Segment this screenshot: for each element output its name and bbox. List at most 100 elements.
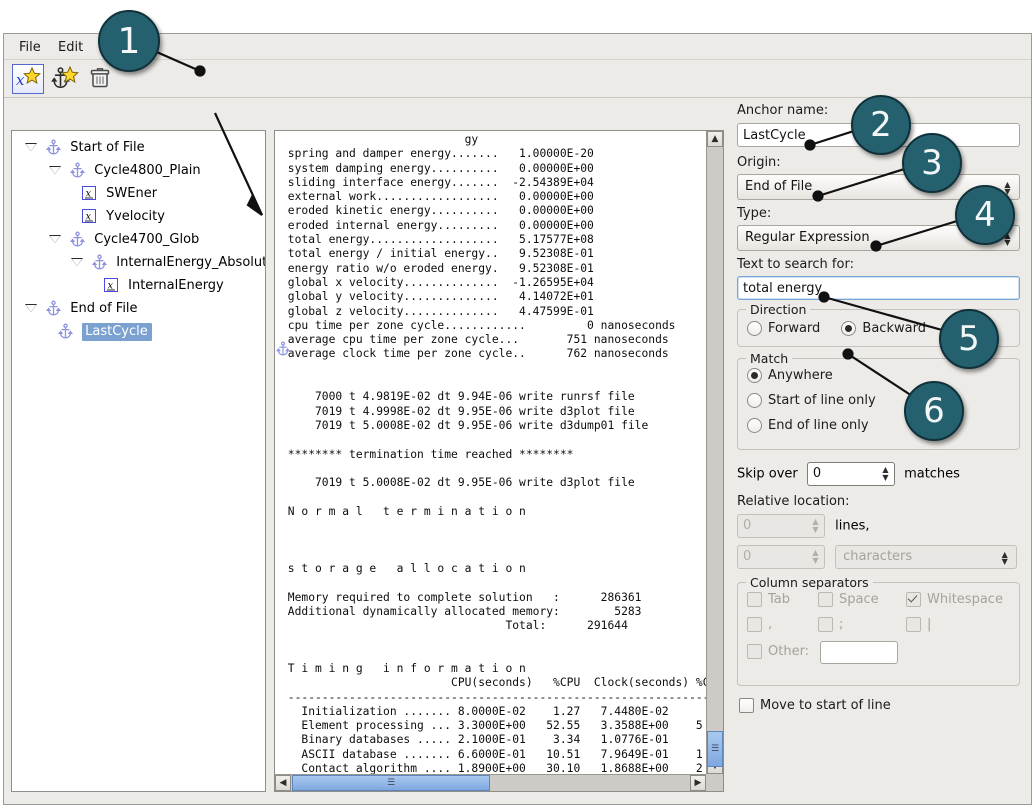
separator-whitespace[interactable]: Whitespace bbox=[906, 592, 1003, 607]
origin-label: Origin: bbox=[737, 155, 781, 170]
direction-forward-label: Forward bbox=[768, 321, 821, 336]
anchor-icon bbox=[57, 323, 74, 339]
variable-icon: x bbox=[82, 208, 97, 224]
match-legend: Match bbox=[746, 351, 793, 366]
chevron-down-icon[interactable] bbox=[49, 166, 61, 175]
stepper-arrows-icon[interactable]: ▲ ▼ bbox=[880, 464, 891, 484]
file-text-content: gy spring and damper energy....... 1.000… bbox=[275, 131, 706, 774]
match-option-anywhere[interactable]: Anywhere bbox=[747, 368, 833, 383]
move-to-start-of-line-row[interactable]: Move to start of line bbox=[739, 698, 891, 713]
tree-node-label: Yvelocity bbox=[106, 209, 165, 224]
file-text-view[interactable]: gy spring and damper energy....... 1.000… bbox=[274, 130, 724, 792]
anchor-icon bbox=[46, 139, 62, 155]
search-text-input[interactable] bbox=[737, 276, 1020, 300]
tree-node-cycle4800-plain[interactable]: Cycle4800_Plain bbox=[12, 159, 265, 182]
scroll-right-button[interactable]: ▶ bbox=[690, 775, 706, 791]
match-option-end-of-line[interactable]: End of line only bbox=[747, 418, 869, 433]
relative-chars-stepper[interactable]: 0 ▲ ▼ bbox=[737, 545, 825, 569]
stepper-arrows-icon[interactable]: ▲ ▼ bbox=[810, 516, 821, 536]
variable-star-icon: x bbox=[15, 66, 41, 93]
skip-over-row: Skip over 0 ▲ ▼ matches bbox=[737, 462, 960, 486]
chevron-down-icon[interactable] bbox=[25, 143, 37, 152]
separator-tab[interactable]: Tab bbox=[747, 592, 790, 607]
chevron-down-icon[interactable] bbox=[25, 304, 37, 313]
chevron-down-icon[interactable] bbox=[71, 258, 83, 267]
match-option-start-of-line[interactable]: Start of line only bbox=[747, 393, 876, 408]
separator-other[interactable]: Other: bbox=[747, 644, 809, 659]
scroll-left-button[interactable]: ◀ bbox=[275, 775, 291, 791]
relative-lines-suffix: lines, bbox=[835, 518, 870, 534]
skip-over-stepper[interactable]: 0 ▲ ▼ bbox=[806, 462, 895, 486]
menubar: File Edit bbox=[4, 34, 1031, 60]
new-anchor-button[interactable] bbox=[49, 64, 81, 94]
relative-lines-row: 0 ▲ ▼ lines, bbox=[737, 514, 870, 538]
skip-over-value: 0 bbox=[812, 466, 822, 481]
match-end-label: End of line only bbox=[768, 418, 869, 433]
tree-node-start-of-file[interactable]: Start of File bbox=[12, 136, 265, 159]
anchor-tree[interactable]: Start of File Cycle4800_Plain x SWEner x… bbox=[11, 130, 266, 792]
anchor-icon bbox=[70, 231, 86, 247]
separator-pipe-label: | bbox=[927, 617, 932, 632]
tree-node-internalenergy-absolute[interactable]: InternalEnergy_Absolute bbox=[12, 251, 265, 274]
tree-node-lastcycle[interactable]: LastCycle bbox=[12, 320, 265, 343]
origin-select[interactable]: End of File ▲ ▼ bbox=[737, 174, 1020, 200]
tree-node-end-of-file[interactable]: End of File bbox=[12, 297, 265, 320]
tree-node-label: InternalEnergy bbox=[128, 278, 224, 293]
relative-chars-unit-select[interactable]: characters ▲ ▼ bbox=[835, 545, 1018, 569]
scroll-thumb-horizontal[interactable]: ☰ bbox=[292, 775, 490, 791]
separator-pipe[interactable]: | bbox=[906, 617, 931, 632]
relative-chars-row: 0 ▲ ▼ characters ▲ ▼ bbox=[737, 545, 1018, 569]
application-window: File Edit x Start of File Cycle4800_Plai… bbox=[3, 33, 1032, 805]
tree-node-label: Cycle4800_Plain bbox=[94, 163, 201, 178]
main-content: Start of File Cycle4800_Plain x SWEner x… bbox=[4, 98, 1031, 806]
search-text-label: Text to search for: bbox=[737, 257, 854, 272]
stepper-arrows-icon[interactable]: ▲ ▼ bbox=[810, 547, 821, 567]
radio-start-of-line-icon[interactable] bbox=[747, 393, 762, 408]
direction-option-backward[interactable]: Backward bbox=[841, 321, 926, 336]
direction-option-forward[interactable]: Forward bbox=[747, 321, 824, 336]
chevron-down-icon[interactable] bbox=[49, 235, 61, 244]
separator-other-input[interactable] bbox=[820, 641, 898, 664]
relative-lines-stepper[interactable]: 0 ▲ ▼ bbox=[737, 514, 825, 538]
tree-node-label: InternalEnergy_Absolute bbox=[116, 255, 266, 270]
tree-node-swener[interactable]: x SWEner bbox=[12, 182, 265, 205]
scroll-up-button[interactable]: ▲ bbox=[707, 131, 723, 147]
separator-space[interactable]: Space bbox=[818, 592, 879, 607]
radio-backward-icon[interactable] bbox=[841, 321, 857, 336]
radio-end-of-line-icon[interactable] bbox=[747, 418, 762, 433]
variable-icon: x bbox=[82, 185, 97, 201]
direction-backward-label: Backward bbox=[862, 321, 926, 336]
separator-comma[interactable]: , bbox=[747, 617, 772, 632]
origin-value: End of File bbox=[745, 179, 813, 194]
move-to-start-label: Move to start of line bbox=[760, 698, 891, 713]
checkbox-comma-icon[interactable] bbox=[747, 617, 762, 632]
checkbox-semicolon-icon[interactable] bbox=[818, 617, 833, 632]
separator-tab-label: Tab bbox=[768, 592, 791, 607]
new-variable-anchor-button[interactable]: x bbox=[12, 64, 44, 94]
tree-node-internalenergy[interactable]: x InternalEnergy bbox=[12, 274, 265, 297]
separator-semicolon[interactable]: ; bbox=[818, 617, 843, 632]
type-select[interactable]: Regular Expression ▲ ▼ bbox=[737, 225, 1020, 251]
column-separators-legend: Column separators bbox=[746, 575, 873, 590]
radio-anywhere-icon[interactable] bbox=[747, 368, 762, 383]
checkbox-space-icon[interactable] bbox=[818, 592, 833, 607]
column-separators-group: Column separators Tab Space Whitespace ,… bbox=[737, 575, 1020, 686]
anchor-name-input[interactable] bbox=[737, 123, 1020, 147]
checkbox-whitespace-icon[interactable] bbox=[906, 592, 921, 607]
checkbox-other-icon[interactable] bbox=[747, 644, 762, 659]
separator-semicolon-label: ; bbox=[839, 617, 844, 632]
checkbox-move-to-start-icon[interactable] bbox=[739, 698, 754, 713]
file-text: gy spring and damper energy....... 1.000… bbox=[287, 133, 706, 774]
checkbox-tab-icon[interactable] bbox=[747, 592, 762, 607]
delete-anchor-button[interactable] bbox=[84, 64, 116, 94]
text-vertical-scrollbar[interactable]: ▲ ▼ ☰ bbox=[706, 131, 723, 774]
text-horizontal-scrollbar[interactable]: ◀ ▶ ☰ bbox=[275, 774, 706, 791]
radio-forward-icon[interactable] bbox=[747, 321, 762, 336]
match-group: Match Anywhere Start of line only End of… bbox=[737, 351, 1020, 450]
menu-edit[interactable]: Edit bbox=[51, 38, 90, 57]
checkbox-pipe-icon[interactable] bbox=[906, 617, 921, 632]
tree-node-yvelocity[interactable]: x Yvelocity bbox=[12, 205, 265, 228]
scroll-thumb-vertical[interactable]: ☰ bbox=[707, 731, 723, 767]
tree-node-cycle4700-glob[interactable]: Cycle4700_Glob bbox=[12, 228, 265, 251]
menu-file[interactable]: File bbox=[12, 38, 48, 57]
